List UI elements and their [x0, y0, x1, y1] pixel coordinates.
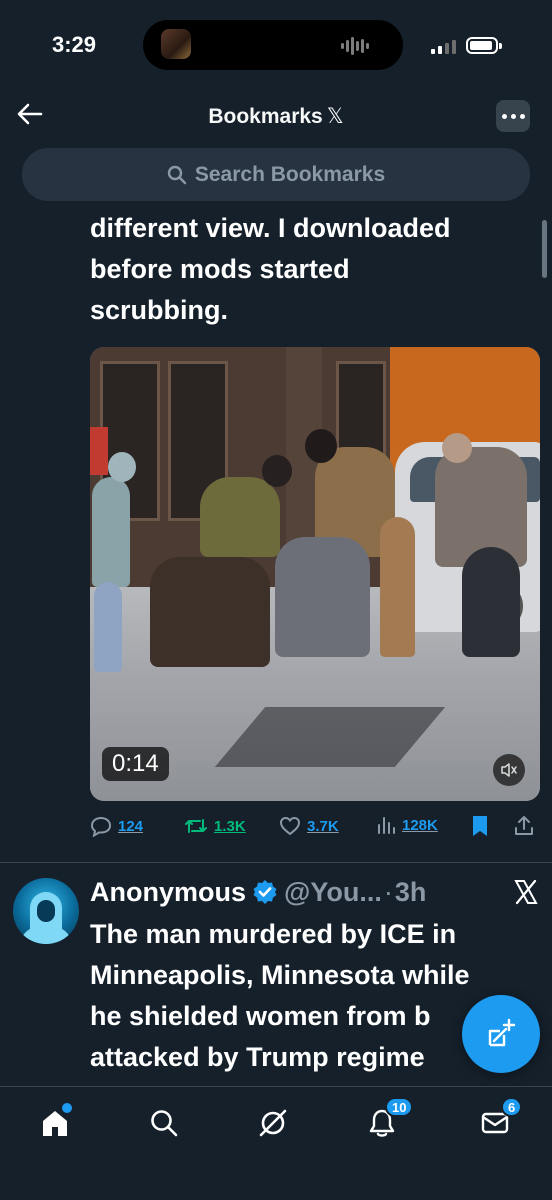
- like-count: 3.7K: [307, 817, 339, 835]
- grok-icon: [259, 1109, 287, 1137]
- more-dot: [501, 113, 507, 119]
- page-title: Bookmarks 𝕏: [0, 104, 552, 129]
- verified-badge-icon: [253, 880, 277, 904]
- video-scene-person: [380, 517, 415, 657]
- search-icon: [151, 1110, 178, 1137]
- home-new-dot: [62, 1103, 72, 1113]
- page-title-text: Bookmarks: [208, 105, 323, 128]
- messages-badge: 6: [501, 1097, 523, 1117]
- more-button[interactable]: [496, 100, 530, 132]
- views-chart-icon: [378, 817, 395, 834]
- video-scene-head: [262, 455, 292, 487]
- tab-search[interactable]: [142, 1101, 186, 1145]
- top-app-bar: Bookmarks 𝕏: [0, 90, 552, 142]
- scroll-indicator[interactable]: [542, 220, 547, 278]
- now-playing-thumbnail: [161, 29, 191, 59]
- video-scene-person: [94, 582, 122, 672]
- tweet-video[interactable]: 0:14: [90, 347, 540, 801]
- avatar-face: [37, 900, 55, 922]
- tweet-text-line: before mods started: [90, 254, 350, 284]
- mute-button[interactable]: [493, 754, 525, 786]
- x-logo-icon: 𝕏: [326, 105, 344, 128]
- tweet-text-line: scrubbing.: [90, 295, 229, 325]
- share-icon: [515, 816, 533, 835]
- reply-count: 124: [118, 817, 144, 835]
- more-dot: [519, 113, 525, 119]
- search-placeholder: Search Bookmarks: [194, 162, 386, 186]
- bookmark-button[interactable]: [471, 815, 489, 837]
- speaker-muted-icon: [501, 763, 517, 777]
- author-handle[interactable]: @You...: [284, 877, 382, 908]
- tweet-text-line: Minneapolis, Minnesota while: [90, 960, 470, 990]
- share-button[interactable]: [513, 815, 535, 837]
- compose-post-button[interactable]: [462, 995, 540, 1073]
- avatar[interactable]: [13, 878, 79, 944]
- repost-icon: [185, 819, 207, 833]
- video-scene-person: [275, 537, 370, 657]
- tweet-text-line: The man murdered by ICE in: [90, 919, 457, 949]
- tweet-text: The man murdered by ICE in Minneapolis, …: [90, 914, 540, 1090]
- more-dot: [510, 113, 516, 119]
- view-count: 128K: [402, 816, 438, 834]
- video-scene-person: [462, 547, 520, 657]
- views-button[interactable]: 128K: [376, 815, 438, 835]
- tweet-divider: [0, 862, 552, 863]
- video-scene-head: [108, 452, 136, 482]
- tweet-actions: 124 1.3K 3.7K 128K: [90, 815, 540, 847]
- heart-icon: [279, 816, 301, 836]
- tweet-text: different view. I downloaded before mods…: [90, 208, 530, 331]
- tab-home[interactable]: [33, 1101, 77, 1145]
- reply-button[interactable]: 124: [90, 815, 143, 837]
- tab-grok[interactable]: [251, 1101, 295, 1145]
- dismiss-button[interactable]: [512, 878, 540, 906]
- repost-count: 1.3K: [214, 817, 246, 835]
- tweet-header: Anonymous @You... · 3h: [90, 874, 426, 910]
- bottom-tab-bar: 10 6: [0, 1086, 552, 1200]
- audio-waveform-icon: [341, 37, 369, 55]
- video-scene-sign: [90, 427, 108, 475]
- search-icon: [167, 165, 187, 184]
- x-close-icon: [514, 879, 538, 905]
- battery-icon: [466, 37, 502, 54]
- video-duration: 0:14: [102, 747, 169, 781]
- reply-icon: [90, 816, 112, 837]
- search-bookmarks-input[interactable]: Search Bookmarks: [22, 148, 530, 201]
- author-name[interactable]: Anonymous: [90, 877, 246, 908]
- notifications-badge: 10: [385, 1097, 414, 1117]
- status-bar: 3:29: [0, 0, 552, 90]
- compose-plus-icon: [488, 1018, 516, 1047]
- bookmark-filled-icon: [473, 816, 487, 836]
- like-button[interactable]: 3.7K: [279, 815, 339, 837]
- video-scene-person: [200, 477, 280, 557]
- tweet-text-line: different view. I downloaded: [90, 213, 451, 243]
- video-scene-head: [305, 429, 337, 463]
- post-timestamp[interactable]: 3h: [395, 877, 427, 908]
- dynamic-island: [143, 20, 403, 70]
- video-scene-head: [442, 433, 472, 463]
- video-scene-person: [150, 557, 270, 667]
- repost-button[interactable]: 1.3K: [184, 815, 246, 837]
- video-scene-person: [92, 477, 130, 587]
- status-time: 3:29: [52, 32, 97, 57]
- separator-dot: ·: [383, 876, 393, 907]
- cellular-signal-icon: [431, 38, 459, 54]
